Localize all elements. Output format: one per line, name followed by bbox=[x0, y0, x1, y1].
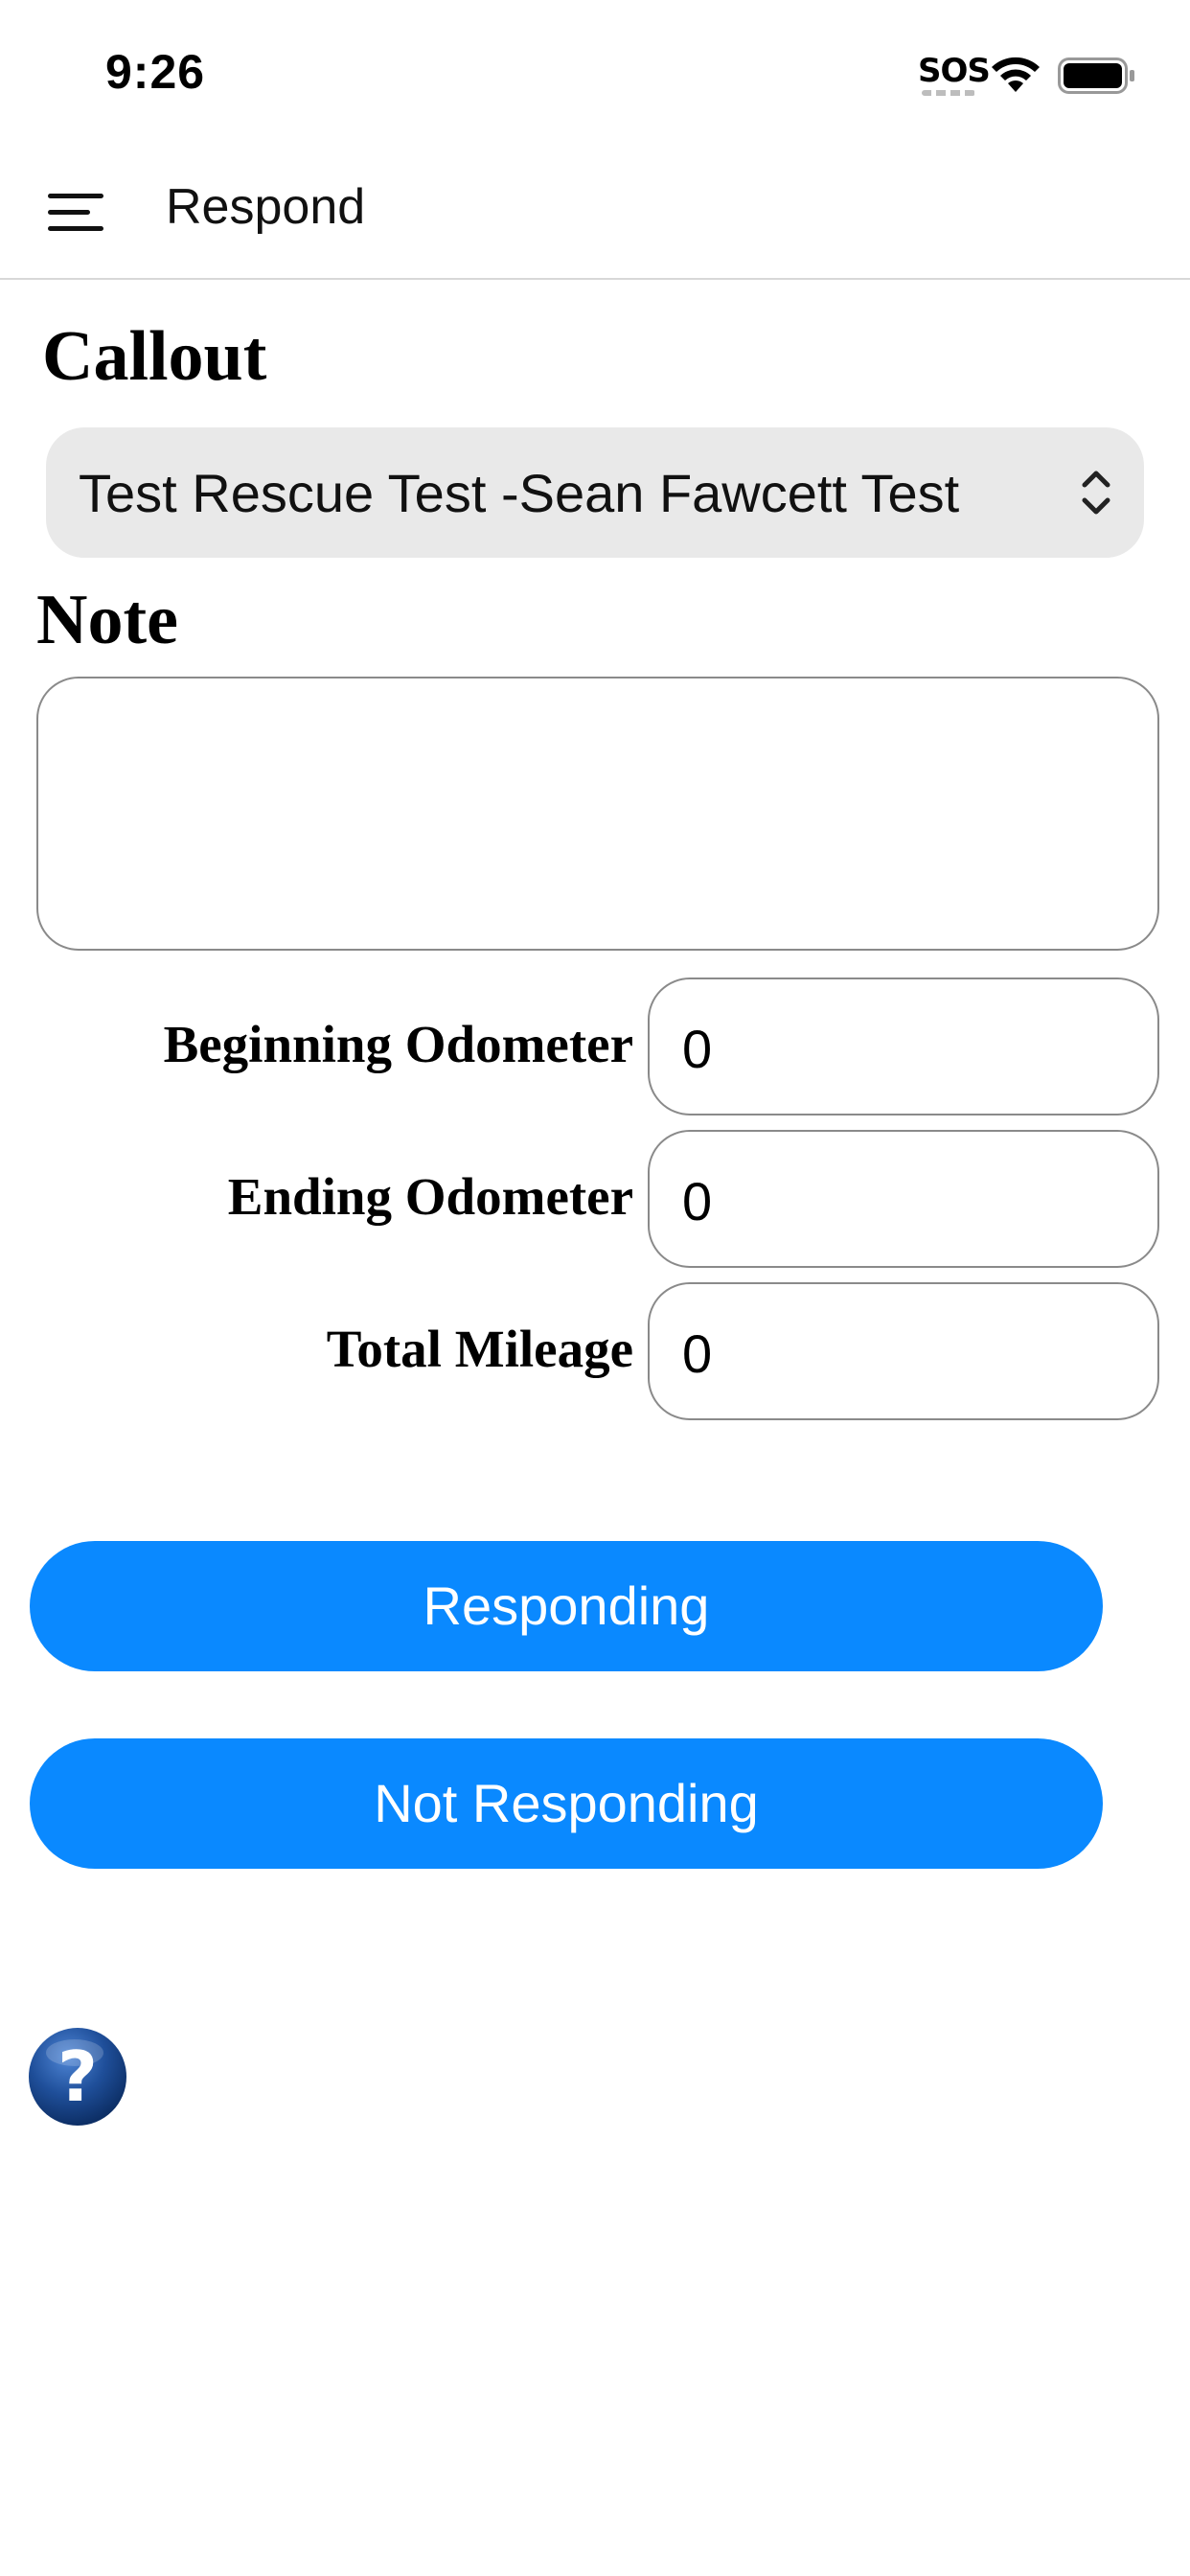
chevron-up-down-icon bbox=[1082, 471, 1110, 515]
ending-odometer-input[interactable]: 0 bbox=[648, 1130, 1159, 1268]
ending-odometer-label: Ending Odometer bbox=[227, 1167, 633, 1226]
note-label: Note bbox=[36, 581, 178, 659]
question-mark-glyph: ? bbox=[57, 2036, 98, 2117]
responding-button[interactable]: Responding bbox=[30, 1541, 1103, 1671]
total-mileage-input[interactable]: 0 bbox=[648, 1282, 1159, 1420]
page-title: Respond bbox=[166, 179, 366, 235]
callout-label: Callout bbox=[42, 317, 267, 396]
beginning-odometer-label: Beginning Odometer bbox=[163, 1015, 633, 1073]
total-mileage-label: Total Mileage bbox=[326, 1320, 633, 1378]
sos-indicator: SOS bbox=[918, 52, 991, 90]
not-responding-button[interactable]: Not Responding bbox=[30, 1738, 1103, 1869]
status-bar: 9:26 SOS bbox=[0, 0, 1190, 144]
total-mileage-value: 0 bbox=[682, 1323, 713, 1384]
callout-select[interactable]: Test Rescue Test -Sean Fawcett Test bbox=[46, 427, 1144, 558]
note-textarea[interactable] bbox=[36, 677, 1159, 951]
beginning-odometer-value: 0 bbox=[682, 1019, 713, 1079]
wifi-icon bbox=[992, 57, 1040, 92]
app-header: Respond bbox=[0, 144, 1190, 280]
callout-selected-value: Test Rescue Test -Sean Fawcett Test bbox=[79, 463, 960, 523]
status-time: 9:26 bbox=[105, 45, 206, 99]
beginning-odometer-input[interactable]: 0 bbox=[648, 978, 1159, 1116]
question-mark-icon[interactable]: ? bbox=[27, 2026, 128, 2128]
battery-icon bbox=[1058, 58, 1134, 94]
ending-odometer-value: 0 bbox=[682, 1171, 713, 1231]
signal-dots bbox=[922, 90, 975, 96]
hamburger-menu-icon[interactable] bbox=[48, 192, 105, 232]
